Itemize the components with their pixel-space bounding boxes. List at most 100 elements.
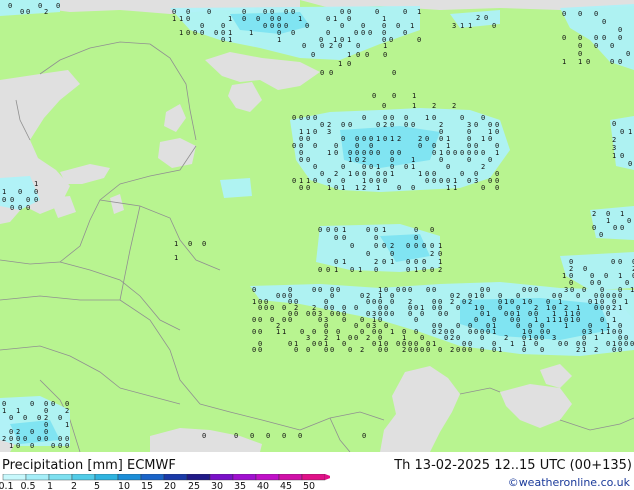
value-marker: 0 xyxy=(486,286,490,294)
value-marker: 0 xyxy=(426,346,430,354)
value-marker: 1 xyxy=(282,328,286,336)
value-marker: 0 xyxy=(613,224,617,232)
value-marker: 0 xyxy=(312,328,316,336)
scale-label: 35 xyxy=(234,481,246,490)
value-marker: 1 xyxy=(578,58,582,66)
value-marker: 0 xyxy=(392,69,396,77)
value-marker: 0 xyxy=(602,18,606,26)
value-marker: 0 xyxy=(432,286,436,294)
value-marker: 0 xyxy=(628,160,632,168)
value-marker: 0 xyxy=(312,340,316,348)
value-marker: 0 xyxy=(302,42,306,50)
value-marker: 0 xyxy=(51,400,55,408)
value-marker: 0 xyxy=(65,442,69,450)
value-marker: 1 xyxy=(276,328,280,336)
value-marker: 0 xyxy=(460,149,464,157)
value-marker: 0 xyxy=(282,316,286,324)
value-marker: 0 xyxy=(546,328,550,336)
scale-label: 40 xyxy=(257,481,269,490)
value-marker: 1 xyxy=(418,170,422,178)
value-marker: 0 xyxy=(383,177,387,185)
value-marker: 0 xyxy=(414,328,418,336)
value-marker: 0 xyxy=(326,29,330,37)
value-marker: 1 xyxy=(2,407,6,415)
value-marker: 0 xyxy=(298,432,302,440)
value-marker: 0 xyxy=(582,286,586,294)
value-marker: 0 xyxy=(354,334,358,342)
value-marker: 0 xyxy=(630,340,634,348)
value-marker: 0 xyxy=(193,29,197,37)
value-marker: 0 xyxy=(408,310,412,318)
value-marker: 0 xyxy=(620,224,624,232)
value-marker: 1 xyxy=(2,188,6,196)
value-marker: 0 xyxy=(453,149,457,157)
value-marker: 0 xyxy=(376,149,380,157)
value-marker: 2 xyxy=(612,304,616,312)
value-marker: 0 xyxy=(342,234,346,242)
value-marker: 2 xyxy=(594,346,598,354)
map-title: Precipitation [mm] ECMWF xyxy=(2,458,176,473)
scale-swatch xyxy=(186,474,211,481)
scale-label: 25 xyxy=(188,481,200,490)
value-marker: 0 xyxy=(583,265,587,273)
value-marker: 0 xyxy=(23,414,27,422)
value-marker: 0 xyxy=(438,310,442,318)
value-marker: 0 xyxy=(250,432,254,440)
value-marker: 0 xyxy=(588,298,592,306)
value-marker: 0 xyxy=(558,340,562,348)
value-marker: 0 xyxy=(510,316,514,324)
value-marker: 0 xyxy=(200,29,204,37)
value-marker: 0 xyxy=(334,258,338,266)
credit-link[interactable]: ©weatheronline.co.uk xyxy=(508,476,630,489)
value-marker: 0 xyxy=(320,69,324,77)
value-marker: 0 xyxy=(369,149,373,157)
value-marker: 1 xyxy=(298,15,302,23)
value-marker: 0 xyxy=(578,50,582,58)
value-marker: 2 xyxy=(65,407,69,415)
value-marker: 0 xyxy=(334,149,338,157)
value-marker: 1 xyxy=(498,346,502,354)
scale-label: 15 xyxy=(141,481,153,490)
value-marker: 0 xyxy=(474,316,478,324)
value-marker: 2 xyxy=(44,8,48,16)
value-marker: 1 xyxy=(612,316,616,324)
value-marker: 0 xyxy=(456,346,460,354)
value-marker: 0 xyxy=(446,163,450,171)
value-marker: 0 xyxy=(612,328,616,336)
value-marker: 0 xyxy=(618,58,622,66)
value-marker: 0 xyxy=(590,279,594,287)
value-marker: 0 xyxy=(618,34,622,42)
value-marker: 0 xyxy=(534,286,538,294)
value-marker: 2 xyxy=(402,346,406,354)
value-marker: 0 xyxy=(258,328,262,336)
value-marker: 0 xyxy=(397,184,401,192)
value-marker: 0 xyxy=(396,286,400,294)
value-marker: 0 xyxy=(384,286,388,294)
value-marker: 0 xyxy=(384,346,388,354)
value-marker: 1 xyxy=(582,346,586,354)
value-marker: 0 xyxy=(258,304,262,312)
value-marker: 1 xyxy=(172,15,176,23)
value-marker: 0 xyxy=(365,51,369,59)
value-marker: 1 xyxy=(414,266,418,274)
value-marker: 0 xyxy=(336,310,340,318)
value-marker: 0 xyxy=(402,286,406,294)
value-marker: 0 xyxy=(592,224,596,232)
value-marker: 1 xyxy=(534,316,538,324)
value-marker: 0 xyxy=(288,298,292,306)
value-marker: 0 xyxy=(242,15,246,23)
value-marker: 0 xyxy=(334,184,338,192)
value-marker: 0 xyxy=(418,142,422,150)
value-marker: 0 xyxy=(320,121,324,129)
value-marker: 0 xyxy=(18,204,22,212)
value-marker: 0 xyxy=(256,15,260,23)
value-marker: 0 xyxy=(606,310,610,318)
value-marker: 1 xyxy=(425,114,429,122)
value-marker: 0 xyxy=(362,114,366,122)
value-marker: 0 xyxy=(282,304,286,312)
value-marker: 0 xyxy=(444,334,448,342)
value-marker: 2 xyxy=(397,135,401,143)
value-marker: 0 xyxy=(221,36,225,44)
value-marker: 0 xyxy=(492,346,496,354)
value-marker: 1 xyxy=(333,36,337,44)
